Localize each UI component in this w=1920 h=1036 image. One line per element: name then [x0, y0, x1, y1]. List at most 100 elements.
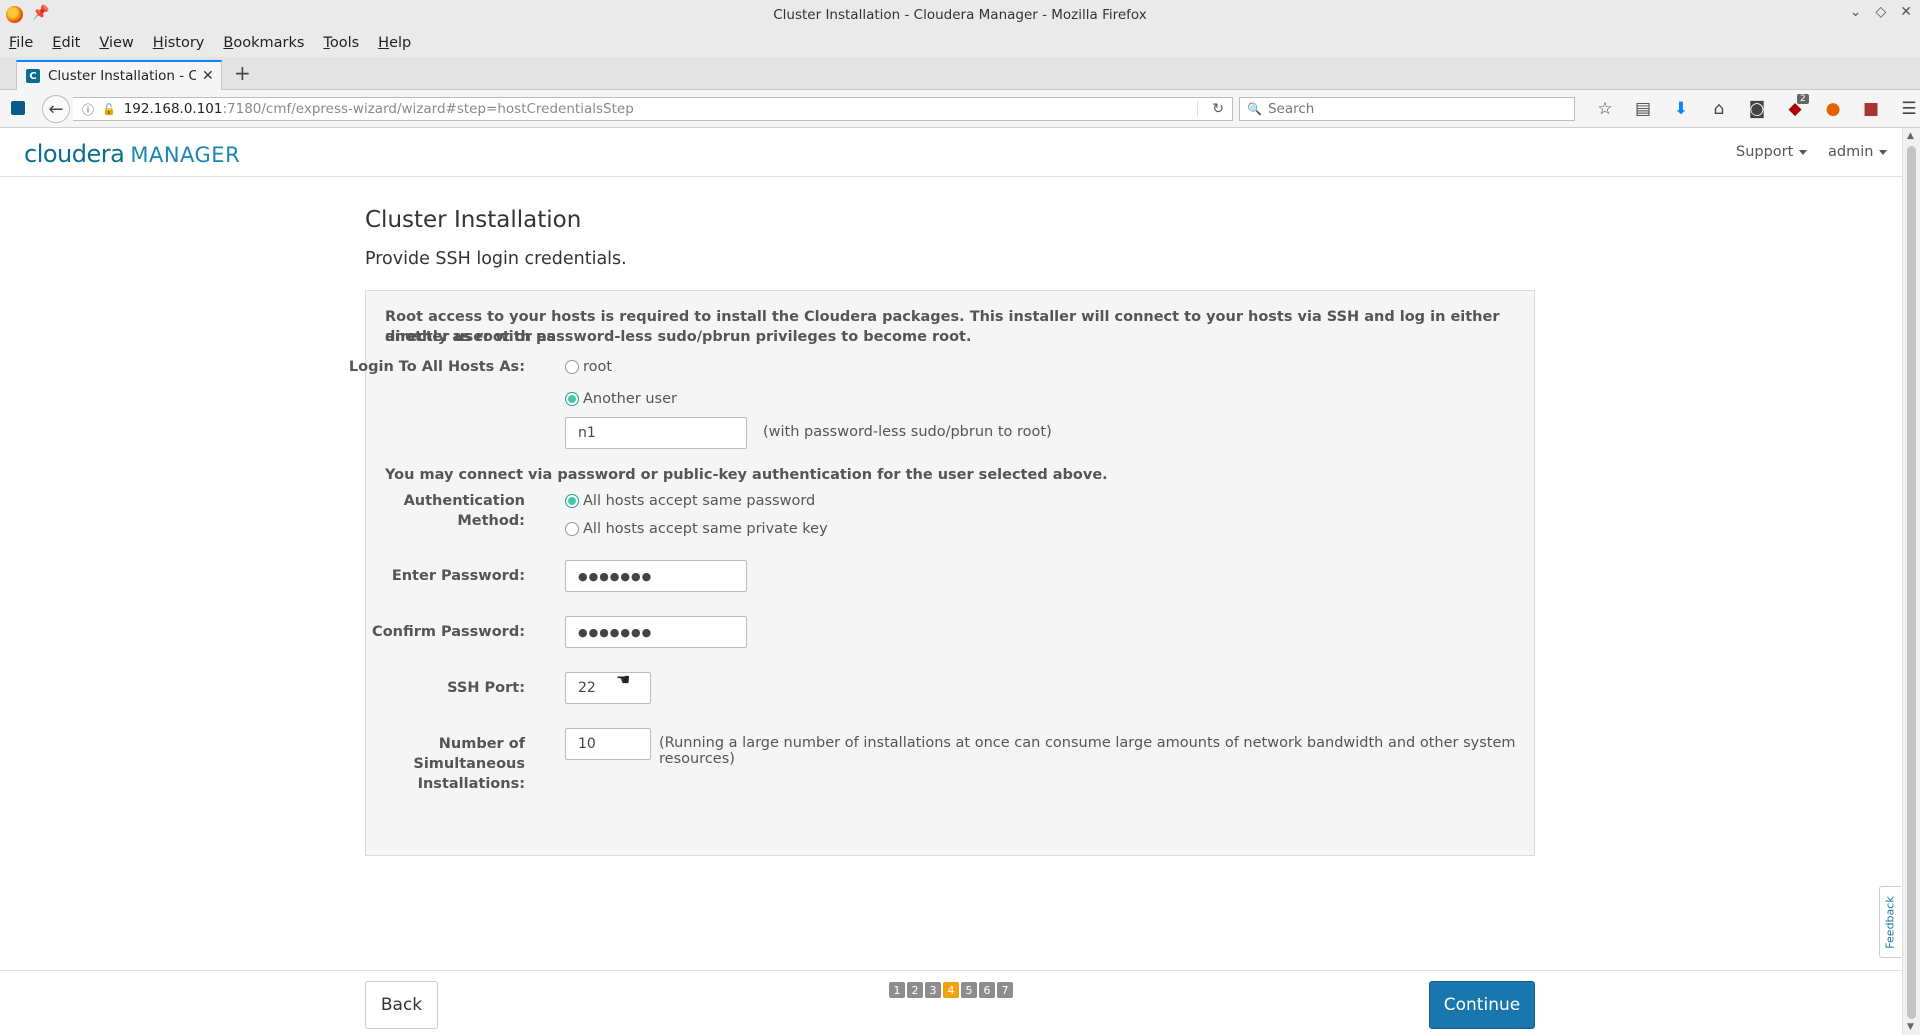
caret-down-icon — [1799, 149, 1808, 155]
close-window-icon[interactable]: ✕ — [1900, 4, 1912, 20]
radio-root[interactable]: root — [565, 359, 612, 375]
info-icon[interactable]: ⓘ — [82, 101, 96, 118]
tab-bar: C Cluster Installation - Clou ✕ — [0, 57, 1920, 90]
search-icon: 🔍 — [1247, 102, 1262, 116]
ssh-port-label: SSH Port: — [447, 680, 525, 696]
auth-intro-text: You may connect via password or public-k… — [385, 467, 1108, 483]
ublock-icon[interactable]: ◆ 2 — [1776, 94, 1814, 119]
scroll-down-icon[interactable]: ▼ — [1907, 1022, 1914, 1032]
tab-title: Cluster Installation - Clou — [48, 68, 196, 84]
radio-root-label: root — [583, 359, 613, 375]
confirm-password-label: Confirm Password: — [372, 624, 525, 640]
radio-button[interactable] — [565, 360, 579, 374]
logo-primary-text: cloudera — [24, 140, 125, 168]
menu-bookmarks[interactable]: Bookmarks — [223, 35, 304, 51]
username-hint: (with password-less sudo/pbrun to root) — [763, 424, 1052, 440]
hamburger-menu-icon[interactable]: ☰ — [1890, 99, 1920, 119]
home-icon[interactable]: ⌂ — [1700, 99, 1738, 119]
menu-help[interactable]: Help — [378, 35, 411, 51]
feedback-label: Feedback — [1884, 895, 1898, 949]
step-4-current: 4 — [943, 982, 959, 998]
radio-button[interactable] — [565, 522, 579, 536]
ssh-port-input[interactable]: 22 — [565, 672, 651, 704]
login-as-label: Login To All Hosts As: — [348, 359, 525, 375]
radio-another-user-label: Another user — [583, 391, 677, 407]
menu-file[interactable]: File — [9, 35, 33, 51]
window-title: Cluster Installation - Cloudera Manager … — [773, 6, 1147, 23]
navigation-bar: ← ⓘ 🔓 192.168.0.101 :7180/cmf/express-wi… — [0, 90, 1920, 128]
new-tab-button[interactable]: + — [234, 61, 251, 85]
simultaneous-hint: (Running a large number of installations… — [659, 735, 1516, 767]
radio-button-selected[interactable] — [565, 392, 579, 406]
back-button[interactable]: Back — [365, 981, 438, 1029]
step-3: 3 — [925, 982, 941, 998]
simultaneous-label-line3: Installations: — [417, 776, 525, 792]
reload-icon[interactable]: ↻ — [1212, 101, 1224, 117]
search-input[interactable]: 🔍 Search — [1239, 97, 1575, 121]
logo-secondary-text: MANAGER — [130, 143, 241, 167]
simultaneous-label-line2: Simultaneous — [413, 756, 525, 772]
feedback-tab[interactable]: Feedback — [1879, 886, 1901, 958]
admin-label: admin — [1828, 144, 1874, 160]
admin-menu[interactable]: admin — [1828, 144, 1888, 160]
page-subtitle: Provide SSH login credentials. — [365, 249, 627, 269]
extension-red-icon[interactable]: ■ — [1852, 99, 1890, 119]
username-input[interactable]: n1 — [565, 417, 747, 449]
insecure-lock-icon[interactable]: 🔓 — [102, 103, 116, 116]
radio-another-user[interactable]: Another user — [565, 391, 677, 407]
menu-view[interactable]: View — [99, 35, 133, 51]
continue-button[interactable]: Continue — [1429, 981, 1535, 1029]
step-2: 2 — [907, 982, 923, 998]
firefox-logo-icon — [6, 6, 23, 23]
url-host: 192.168.0.101 — [123, 101, 223, 117]
main-content: Cluster Installation Provide SSH login c… — [0, 177, 1902, 970]
radio-button-selected[interactable] — [565, 494, 579, 508]
menu-edit[interactable]: Edit — [52, 35, 80, 51]
enter-password-label: Enter Password: — [391, 568, 525, 584]
step-1: 1 — [889, 982, 905, 998]
close-tab-icon[interactable]: ✕ — [202, 68, 214, 84]
page-title: Cluster Installation — [365, 207, 582, 233]
support-menu[interactable]: Support — [1736, 144, 1808, 160]
url-bar[interactable]: ⓘ 🔓 192.168.0.101 :7180/cmf/express-wiza… — [73, 97, 1233, 121]
extension-icon[interactable] — [11, 101, 25, 115]
intro-text-line2: another user with password-less sudo/pbr… — [385, 329, 972, 345]
confirm-password-input[interactable]: ●●●●●●● — [565, 616, 747, 648]
radio-same-private-key[interactable]: All hosts accept same private key — [565, 521, 828, 537]
step-6: 6 — [979, 982, 995, 998]
step-5: 5 — [961, 982, 977, 998]
radio-same-password[interactable]: All hosts accept same password — [565, 493, 815, 509]
url-divider — [1197, 101, 1198, 117]
tab-cluster-installation[interactable]: C Cluster Installation - Clou ✕ — [16, 60, 222, 90]
menu-history[interactable]: History — [153, 35, 205, 51]
pin-icon[interactable]: 📌 — [32, 5, 49, 21]
window-titlebar: 📌 Cluster Installation - Cloudera Manage… — [0, 0, 1920, 29]
maximize-icon[interactable]: ◇ — [1875, 4, 1886, 20]
password-input[interactable]: ●●●●●●● — [565, 560, 747, 592]
simultaneous-label-line1: Number of — [438, 736, 525, 752]
page-scrollbar[interactable]: ▲ ▼ — [1902, 128, 1920, 1035]
caret-down-icon — [1879, 149, 1888, 155]
wizard-steps: 1 2 3 4 5 6 7 — [889, 982, 1013, 998]
scroll-up-icon[interactable]: ▲ — [1907, 131, 1914, 141]
url-path: :7180/cmf/express-wizard/wizard#step=hos… — [222, 101, 634, 117]
menu-tools[interactable]: Tools — [323, 35, 359, 51]
bookmark-star-icon[interactable]: ☆ — [1586, 99, 1624, 119]
scrollbar-thumb[interactable] — [1907, 146, 1916, 1019]
app-header: cloudera MANAGER Support admin — [0, 128, 1902, 177]
minimize-icon[interactable]: ⌄ — [1850, 4, 1862, 20]
pocket-icon[interactable]: ◙ — [1738, 99, 1776, 119]
window-controls: ⌄ ◇ ✕ — [1850, 4, 1912, 20]
credentials-panel: Root access to your hosts is required to… — [349, 290, 1535, 856]
auth-method-label-line2: Method: — [457, 513, 525, 529]
back-arrow-button[interactable]: ← — [42, 95, 70, 123]
radio-same-private-key-label: All hosts accept same private key — [583, 521, 828, 537]
download-icon[interactable]: ⬇ — [1662, 99, 1700, 119]
reading-list-icon[interactable]: ▤ — [1624, 99, 1662, 119]
toolbar-icons: ☆ ▤ ⬇ ⌂ ◙ ◆ 2 ● ■ ☰ — [1586, 94, 1920, 119]
extension-orange-icon[interactable]: ● — [1814, 99, 1852, 119]
cloudera-manager-logo[interactable]: cloudera MANAGER — [24, 140, 240, 168]
ublock-badge: 2 — [1797, 94, 1809, 104]
mouse-cursor-icon: ☚ — [616, 670, 631, 689]
simultaneous-installations-input[interactable]: 10 — [565, 728, 651, 760]
